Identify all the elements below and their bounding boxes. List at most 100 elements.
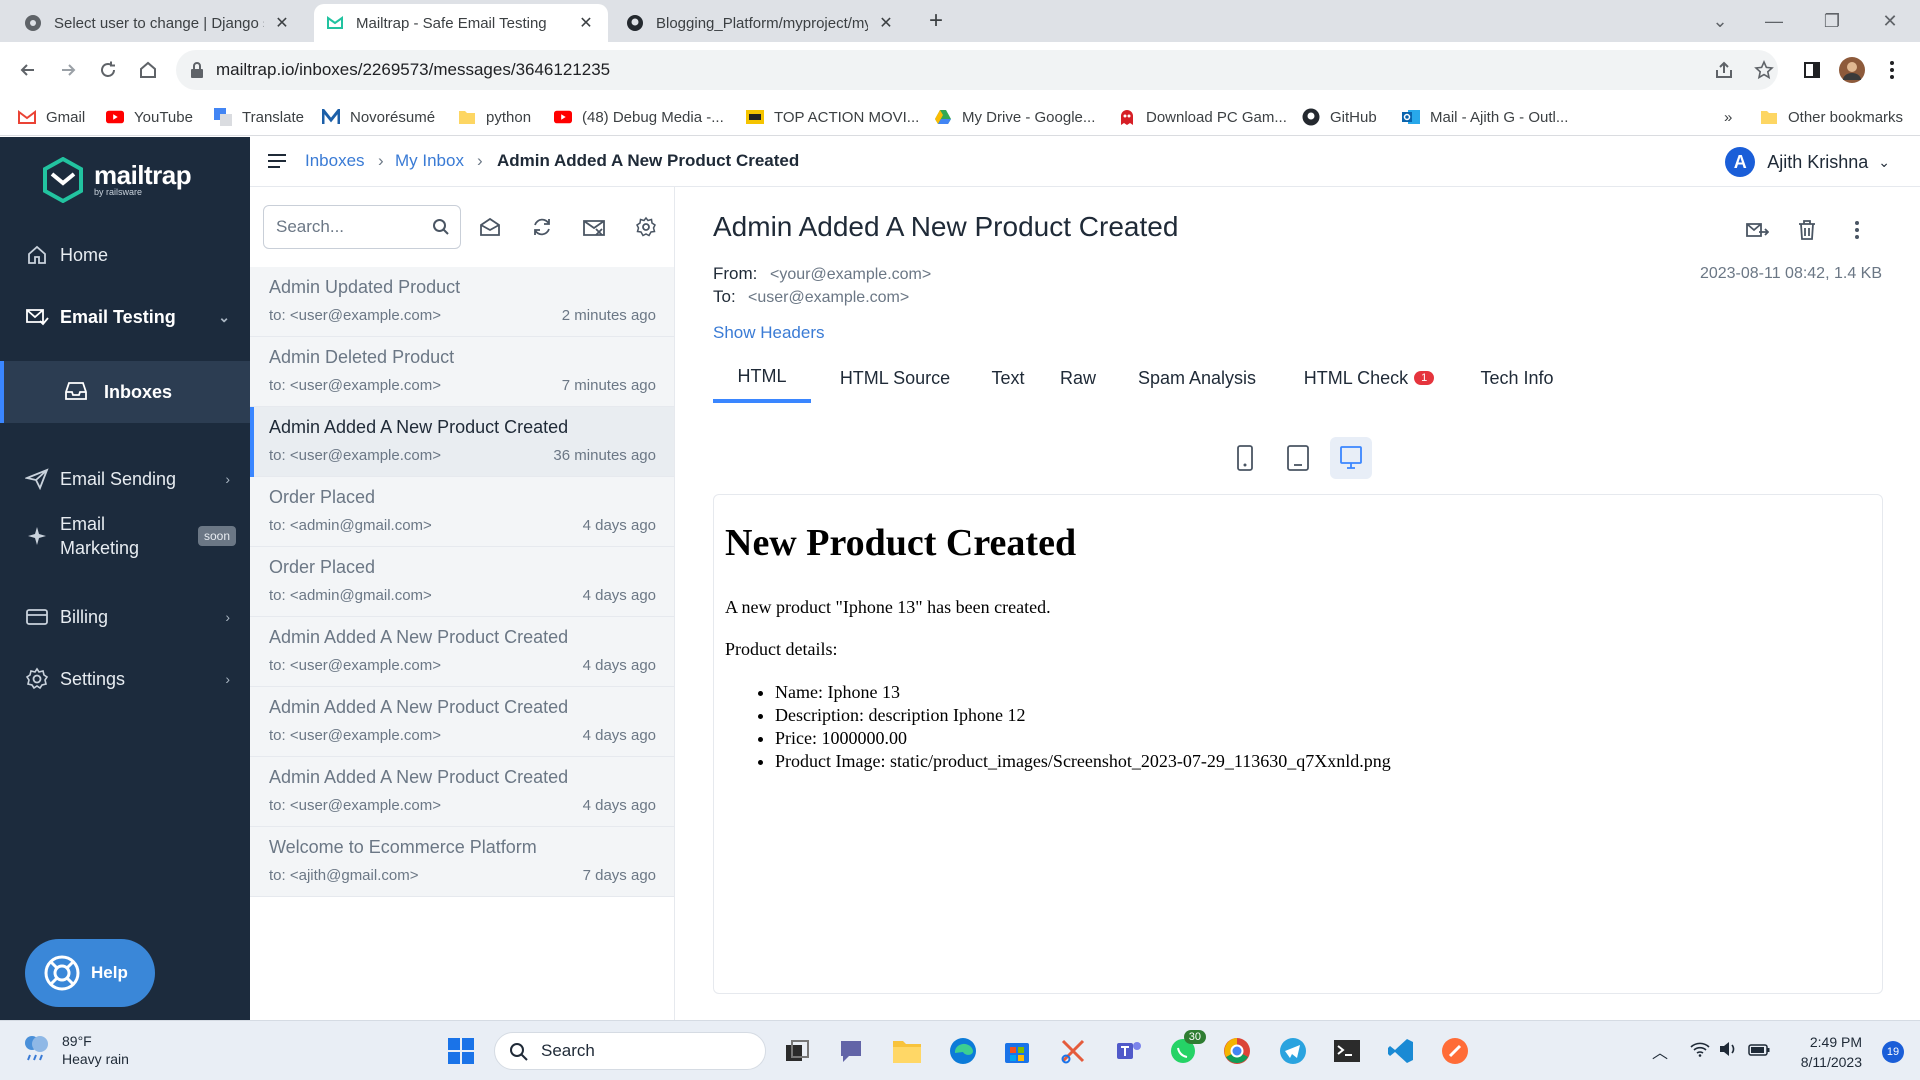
list-item[interactable]: Welcome to Ecommerce Platform to: <ajith…: [250, 827, 674, 897]
tablet-view-icon[interactable]: [1277, 437, 1319, 479]
bookmark-youtube[interactable]: YouTube: [106, 98, 193, 136]
bookmark-debug-media[interactable]: (48) Debug Media -...: [554, 98, 724, 136]
taskbar-search[interactable]: Search: [494, 1032, 766, 1070]
bookmark-google-drive[interactable]: My Drive - Google...: [934, 98, 1095, 136]
tab-django[interactable]: Select user to change | Django si ✕: [12, 4, 304, 42]
bookmark-python[interactable]: python: [458, 98, 531, 136]
weather-widget[interactable]: 89°F Heavy rain: [20, 1031, 129, 1068]
file-explorer-icon[interactable]: [888, 1032, 926, 1070]
telegram-icon[interactable]: [1274, 1032, 1312, 1070]
close-icon[interactable]: ✕: [576, 13, 596, 33]
battery-icon[interactable]: [1748, 1043, 1770, 1061]
clear-inbox-icon[interactable]: [580, 213, 608, 241]
search-input[interactable]: Search...: [263, 205, 461, 249]
bookmark-novoresume[interactable]: Novorésumé: [322, 98, 435, 136]
chrome-icon[interactable]: [1218, 1032, 1256, 1070]
breadcrumb-inboxes[interactable]: Inboxes: [305, 151, 365, 171]
sidebar-item-email-marketing[interactable]: Email Marketing soon: [0, 501, 250, 571]
wifi-icon[interactable]: [1690, 1041, 1710, 1062]
bookmark-label: Novorésumé: [350, 108, 436, 126]
profile-avatar[interactable]: [1836, 54, 1868, 86]
sidebar-item-settings[interactable]: Settings ›: [0, 655, 250, 703]
volume-icon[interactable]: [1718, 1041, 1738, 1062]
bookmark-action-movies[interactable]: TOP ACTION MOVI...: [746, 98, 919, 136]
mark-read-icon[interactable]: [476, 213, 504, 241]
close-icon[interactable]: ✕: [272, 13, 292, 33]
message-recipient: to: <user@example.com>: [269, 727, 441, 744]
list-item-selected[interactable]: Admin Added A New Product Created to: <u…: [250, 407, 674, 477]
menu-toggle-icon[interactable]: [266, 151, 288, 176]
list-item[interactable]: Admin Added A New Product Created to: <u…: [250, 687, 674, 757]
terminal-icon[interactable]: [1328, 1032, 1366, 1070]
tab-html-check[interactable]: HTML Check 1: [1291, 353, 1447, 403]
bookmark-translate[interactable]: Translate: [214, 98, 304, 136]
reload-icon[interactable]: [92, 54, 124, 86]
user-menu[interactable]: A Ajith Krishna ⌄: [1725, 147, 1890, 177]
tab-raw[interactable]: Raw: [1051, 353, 1105, 403]
list-item[interactable]: Order Placed to: <admin@gmail.com> 4 day…: [250, 477, 674, 547]
snipping-tool-icon[interactable]: [1054, 1032, 1092, 1070]
bookmark-pc-games[interactable]: Download PC Gam...: [1118, 98, 1287, 136]
tab-text[interactable]: Text: [983, 353, 1033, 403]
list-item[interactable]: Admin Added A New Product Created to: <u…: [250, 757, 674, 827]
sidebar-item-email-testing[interactable]: Email Testing ⌄: [0, 293, 250, 341]
tab-spam-analysis[interactable]: Spam Analysis: [1127, 353, 1267, 403]
delete-icon[interactable]: [1792, 215, 1822, 245]
bookmark-github[interactable]: GitHub: [1302, 98, 1377, 136]
forward-email-icon[interactable]: [1742, 215, 1772, 245]
close-icon[interactable]: ✕: [876, 13, 896, 33]
restore-icon[interactable]: ❐: [1812, 6, 1852, 36]
more-actions-icon[interactable]: [1842, 215, 1872, 245]
list-item[interactable]: Admin Deleted Product to: <user@example.…: [250, 337, 674, 407]
tab-mailtrap[interactable]: Mailtrap - Safe Email Testing ✕: [314, 4, 608, 42]
tab-html-source[interactable]: HTML Source: [831, 353, 959, 403]
teams-icon[interactable]: [1110, 1032, 1148, 1070]
bookmark-gmail[interactable]: Gmail: [18, 98, 85, 136]
other-bookmarks[interactable]: Other bookmarks: [1760, 98, 1903, 136]
sidebar-item-billing[interactable]: Billing ›: [0, 593, 250, 641]
task-view-icon[interactable]: [778, 1032, 816, 1070]
home-browser-icon[interactable]: [132, 54, 164, 86]
sidebar-item-email-sending[interactable]: Email Sending ›: [0, 455, 250, 503]
star-icon[interactable]: [1748, 54, 1780, 86]
store-icon[interactable]: [998, 1032, 1036, 1070]
minimize-icon[interactable]: —: [1754, 6, 1794, 36]
windows-start-icon[interactable]: [442, 1032, 480, 1070]
notification-badge[interactable]: 19: [1882, 1041, 1904, 1063]
list-item[interactable]: Admin Added A New Product Created to: <u…: [250, 617, 674, 687]
tab-tech-info[interactable]: Tech Info: [1469, 353, 1565, 403]
address-bar[interactable]: mailtrap.io/inboxes/2269573/messages/364…: [176, 50, 1778, 90]
show-headers-link[interactable]: Show Headers: [713, 323, 825, 343]
tab-github[interactable]: Blogging_Platform/myproject/my ✕: [614, 4, 908, 42]
chevron-up-icon[interactable]: ︿: [1652, 1039, 1668, 1063]
mailtrap-logo[interactable]: mailtrap by railsware: [42, 157, 192, 203]
bookmark-outlook[interactable]: Mail - Ajith G - Outl...: [1402, 98, 1568, 136]
vscode-icon[interactable]: [1382, 1032, 1420, 1070]
tab-html[interactable]: HTML: [713, 353, 811, 403]
back-icon[interactable]: [12, 54, 44, 86]
whatsapp-icon[interactable]: 30: [1164, 1030, 1206, 1070]
list-item[interactable]: Order Placed to: <admin@gmail.com> 4 day…: [250, 547, 674, 617]
sidebar-item-home[interactable]: Home: [0, 231, 250, 279]
chat-app-icon[interactable]: [832, 1032, 870, 1070]
system-clock[interactable]: 2:49 PM 8/11/2023: [1801, 1032, 1862, 1072]
edge-icon[interactable]: [944, 1032, 982, 1070]
inbox-settings-icon[interactable]: [632, 213, 660, 241]
more-bookmarks-button[interactable]: »: [1724, 98, 1732, 136]
share-icon[interactable]: [1708, 54, 1740, 86]
forward-icon[interactable]: [52, 54, 84, 86]
sidebar-item-inboxes[interactable]: Inboxes: [4, 361, 250, 423]
message-subject: Order Placed: [269, 487, 376, 507]
mobile-view-icon[interactable]: [1224, 437, 1266, 479]
tab-search-icon[interactable]: ⌄: [1700, 6, 1740, 36]
refresh-icon[interactable]: [528, 213, 556, 241]
help-button[interactable]: Help: [25, 939, 155, 1007]
new-tab-button[interactable]: +: [922, 8, 950, 36]
desktop-view-icon[interactable]: [1330, 437, 1372, 479]
close-window-icon[interactable]: ✕: [1870, 6, 1910, 36]
list-item[interactable]: Admin Updated Product to: <user@example.…: [250, 267, 674, 337]
breadcrumb-my-inbox[interactable]: My Inbox: [395, 151, 464, 171]
postman-icon[interactable]: [1436, 1032, 1474, 1070]
side-panel-icon[interactable]: [1796, 54, 1828, 86]
kebab-menu-icon[interactable]: [1876, 54, 1908, 86]
